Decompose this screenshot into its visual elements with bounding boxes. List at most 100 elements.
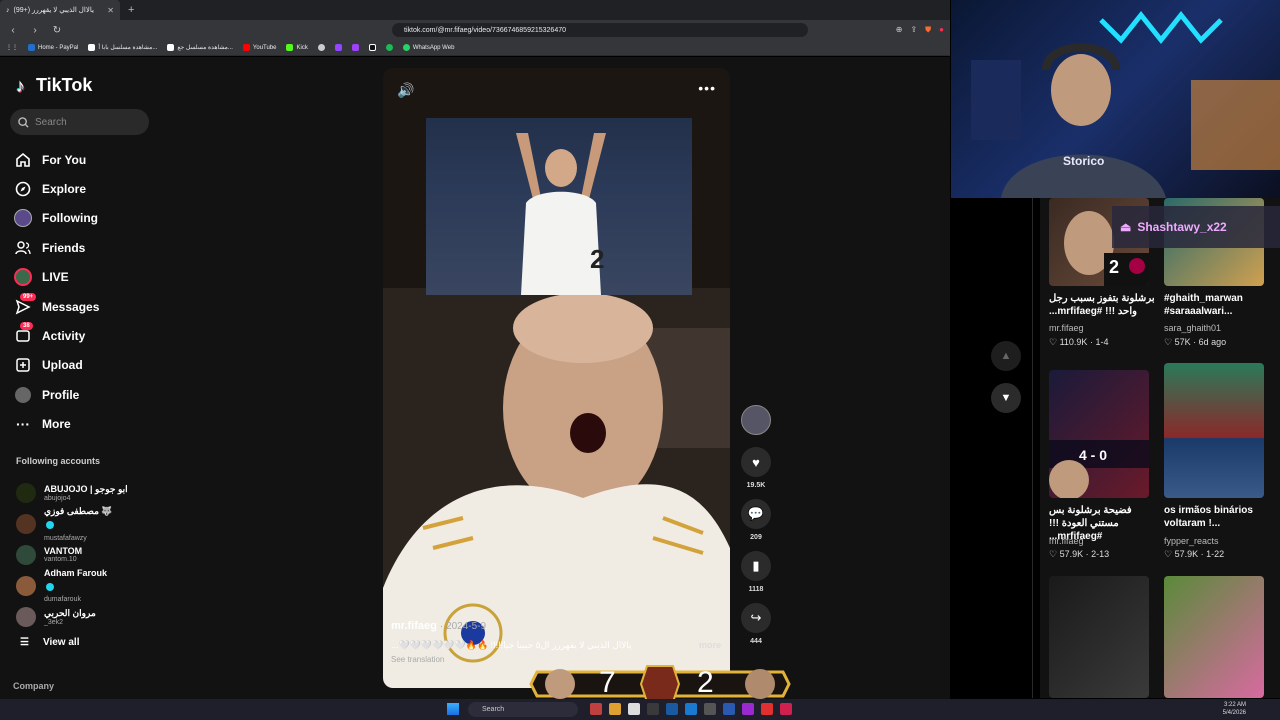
account-handle: _3ek2 — [44, 618, 64, 626]
new-tab-button[interactable]: + — [128, 4, 134, 16]
back-button[interactable]: ‹ — [6, 25, 20, 36]
next-video-button[interactable]: ▼ — [991, 383, 1021, 413]
bookmark-series-1[interactable]: مشاهدة مسلسل بابا أ... — [88, 44, 157, 51]
taskbar-app-icon[interactable] — [628, 703, 640, 715]
friends-icon — [14, 239, 32, 257]
taskbar-app-icon[interactable] — [780, 703, 792, 715]
match-score-overlay: 7 2 — [527, 664, 793, 704]
following-avatar-icon — [14, 209, 32, 228]
message-icon: 99+ — [14, 292, 37, 316]
bookmarks-bar: ⋮⋮ Home - PayPal مشاهدة مسلسل بابا أ... … — [0, 40, 950, 56]
recommendation-author-1[interactable]: mr.fifaeg — [1049, 323, 1084, 333]
recommendation-stats-3: ♡ 57.9K · 2-13 — [1049, 549, 1110, 559]
bookmark-paypal[interactable]: Home - PayPal — [28, 44, 78, 51]
extensions-icon[interactable]: ● — [939, 25, 944, 35]
browser-tab[interactable]: ♪ (99+) يالاال الذيبي لا يقهررر ✕ — [0, 0, 120, 20]
thumb-3-illustration: 4 - 0 — [1049, 440, 1149, 498]
bookmark-misc-2[interactable] — [334, 44, 342, 51]
taskbar-app-icon[interactable] — [742, 703, 754, 715]
ps-gamertag: Shashtawy_x22 — [1137, 220, 1227, 234]
nav-following[interactable]: Following — [14, 204, 154, 233]
following-account[interactable]: ABUJOJO | ابو جوجو abujojo4 — [16, 477, 156, 508]
bookmark-misc-1[interactable] — [317, 44, 325, 51]
reload-button[interactable]: ↻ — [50, 25, 64, 36]
main-nav: For You Explore Following Friends LIVE 9… — [14, 145, 154, 439]
apps-icon[interactable]: ⋮⋮ — [6, 44, 18, 51]
system-clock[interactable]: 3:22 AM 5/4/2026 — [1223, 701, 1246, 717]
recommendation-author-4[interactable]: fypper_reacts — [1164, 536, 1219, 546]
video-player[interactable]: 2 🔊 ••• mr.fifaeg · 2024-5-9 يالاال الذي… — [383, 68, 730, 688]
recommendation-thumb-5[interactable] — [1049, 576, 1149, 698]
account-name: ABUJOJO | ابو جوجو — [44, 483, 128, 494]
video-more-icon[interactable]: ••• — [698, 80, 716, 96]
nav-messages[interactable]: 99+ Messages — [14, 292, 154, 321]
brave-shield-icon[interactable]: ⛊ — [925, 25, 931, 35]
volume-icon[interactable]: 🔊 — [397, 82, 414, 99]
following-account[interactable]: مروان الحربي _3ek2 — [16, 601, 156, 632]
bookmark-spotify[interactable] — [385, 44, 393, 51]
nav-for-you[interactable]: For You — [14, 145, 154, 174]
recommendation-thumb-3[interactable]: 4 - 0 — [1049, 370, 1149, 498]
taskbar-app-icon[interactable] — [590, 703, 602, 715]
recommendation-author-2[interactable]: sara_ghaith01 — [1164, 323, 1221, 333]
following-account[interactable]: مصطفى فوزي 🐺 mustafafawzy — [16, 505, 156, 542]
nav-live[interactable]: LIVE — [14, 263, 154, 292]
bookmark-kick[interactable]: Kick — [286, 44, 308, 51]
bookmark-tiktok[interactable] — [368, 44, 376, 51]
following-account[interactable]: VANTOM vantom.10 — [16, 539, 156, 570]
taskbar-app-icon[interactable] — [761, 703, 773, 715]
search-placeholder: Search — [35, 116, 67, 128]
share-icon[interactable]: ⇪ — [910, 25, 917, 35]
like-button[interactable]: ♥ 19.5K — [740, 447, 772, 489]
forward-button[interactable]: › — [28, 25, 42, 36]
video-author[interactable]: mr.fifaeg — [391, 620, 437, 632]
comment-button[interactable]: 💬 209 — [740, 499, 772, 541]
url-field[interactable]: tiktok.com/@mr.fifaeg/video/736674685921… — [392, 23, 808, 37]
recommendation-caption-1[interactable]: برشلونة بتفوز بسبب رجل واحد !!! #mrfifae… — [1049, 292, 1159, 318]
bookmark-whatsapp[interactable]: WhatsApp Web — [402, 44, 454, 51]
more-link[interactable]: more — [699, 640, 721, 651]
bookmark-series-2[interactable]: مشاهدة مسلسل جع... — [167, 44, 233, 51]
nav-activity[interactable]: 38 Activity — [14, 321, 154, 350]
recommendation-caption-2[interactable]: #ghaith_marwan #saraaalwari... — [1164, 292, 1274, 318]
close-tab-icon[interactable]: ✕ — [107, 6, 114, 15]
prev-video-button[interactable]: ▲ — [991, 341, 1021, 371]
taskbar-app-icon[interactable] — [666, 703, 678, 715]
address-bar: ‹ › ↻ tiktok.com/@mr.fifaeg/video/736674… — [0, 20, 950, 40]
recommendation-thumb-6[interactable] — [1164, 576, 1264, 698]
creator-avatar[interactable] — [741, 405, 771, 435]
streamer-webcam-overlay: Storico — [951, 0, 1280, 198]
company-link[interactable]: Company — [13, 681, 54, 691]
view-all-link[interactable]: ☰ View all — [20, 637, 79, 648]
taskbar-app-icon[interactable] — [647, 703, 659, 715]
see-translation-link[interactable]: See translation — [391, 655, 721, 664]
taskbar-app-icon[interactable] — [609, 703, 621, 715]
nav-explore[interactable]: Explore — [14, 174, 154, 203]
score-graphic — [529, 665, 791, 703]
tiktok-logo[interactable]: ♪ TikTok — [16, 75, 92, 96]
windows-taskbar: Search 3:22 AM 5/4/2026 — [0, 699, 1280, 720]
taskbar-app-icon[interactable] — [685, 703, 697, 715]
recommendation-caption-4[interactable]: os irmãos binários voltaram !... — [1164, 504, 1274, 530]
taskbar-search[interactable]: Search — [468, 702, 578, 717]
bookmark-misc-3[interactable] — [351, 44, 359, 51]
account-name: مروان الحربي — [44, 607, 96, 618]
taskbar-app-icon[interactable] — [704, 703, 716, 715]
search-input[interactable]: Search — [10, 109, 149, 135]
bookmark-youtube[interactable]: YouTube — [242, 44, 276, 51]
recommendation-thumb-4[interactable] — [1164, 363, 1264, 498]
windows-start-icon[interactable] — [447, 703, 459, 715]
save-button[interactable]: ▮ 1118 — [740, 551, 772, 593]
nav-upload[interactable]: Upload — [14, 351, 154, 380]
search-icon — [18, 116, 29, 128]
following-account[interactable]: Adham Farouk dumafarouk — [16, 568, 156, 603]
nav-more[interactable]: ··· More — [14, 410, 154, 439]
nav-profile[interactable]: Profile — [14, 380, 154, 409]
taskbar-app-icon[interactable] — [723, 703, 735, 715]
zoom-icon[interactable]: ⊕ — [896, 25, 903, 35]
account-name: مصطفى فوزي 🐺 — [44, 505, 113, 516]
share-button[interactable]: ↪ 444 — [740, 603, 772, 645]
account-handle: mustafafawzy — [44, 534, 87, 542]
recommendation-author-3[interactable]: mr.fifaeg — [1049, 536, 1084, 546]
nav-friends[interactable]: Friends — [14, 233, 154, 262]
